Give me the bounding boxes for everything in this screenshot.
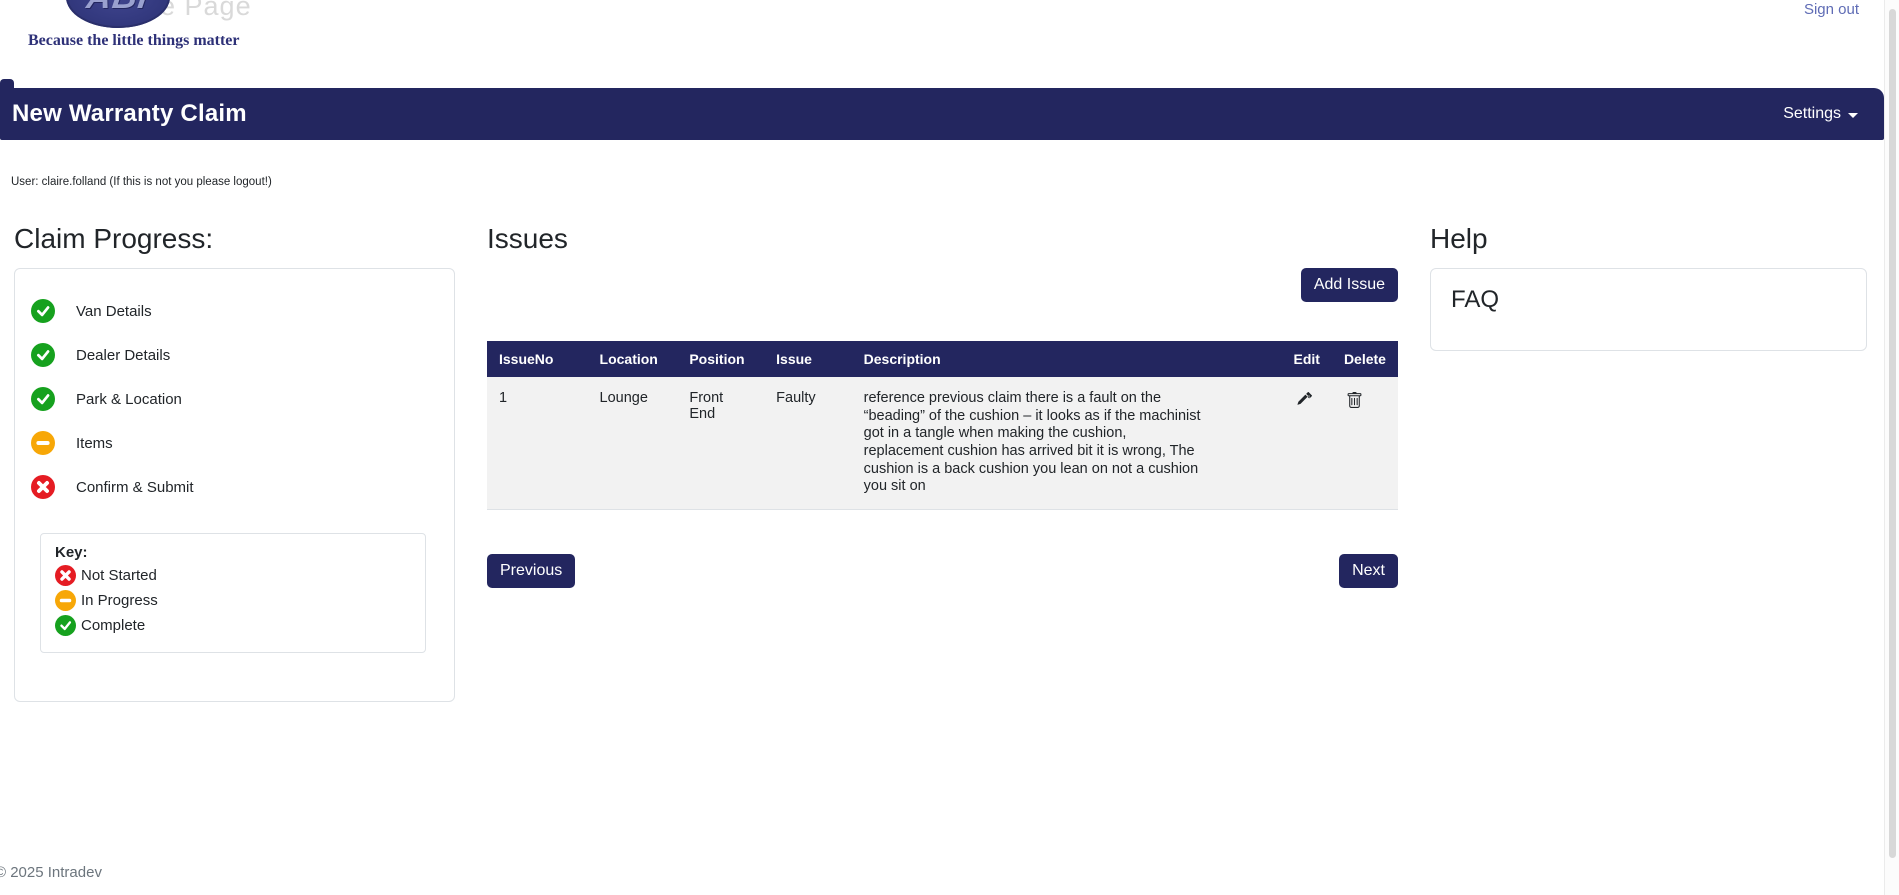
progress-item-label: Van Details xyxy=(76,302,152,320)
issues-table-header-row: IssueNo Location Position Issue Descript… xyxy=(487,341,1398,377)
help-section: Help FAQ xyxy=(1430,223,1867,351)
settings-label: Settings xyxy=(1783,105,1841,122)
minus-circle-icon xyxy=(55,590,76,611)
key-item-label: Complete xyxy=(81,617,146,634)
page-title: New Warranty Claim xyxy=(12,100,247,127)
edit-issue-button[interactable] xyxy=(1293,390,1314,411)
brand-tagline: Because the little things matter xyxy=(28,32,240,49)
progress-item-label: Park & Location xyxy=(76,390,182,408)
main-content: Claim Progress: Van Details Dealer Detai… xyxy=(0,223,1899,702)
key-item-complete: Complete xyxy=(55,615,411,636)
next-button[interactable]: Next xyxy=(1339,554,1398,589)
claim-progress-heading: Claim Progress: xyxy=(14,223,214,254)
cell-edit xyxy=(1281,377,1332,511)
faq-link[interactable]: FAQ xyxy=(1451,286,1846,314)
x-circle-icon xyxy=(31,475,55,499)
status-key: Key: Not Started In Progress Complete xyxy=(40,533,426,653)
help-card: FAQ xyxy=(1430,268,1867,351)
settings-dropdown[interactable]: Settings xyxy=(1783,105,1858,123)
page-header: Home Page ABI Because the little things … xyxy=(0,0,1899,88)
x-circle-icon xyxy=(55,565,76,586)
key-item-in-progress: In Progress xyxy=(55,590,411,611)
check-circle-icon xyxy=(31,343,55,367)
issues-section: Issues Add Issue IssueNo Location Positi… xyxy=(487,223,1398,589)
key-item-label: In Progress xyxy=(81,592,158,609)
progress-item-confirm-submit[interactable]: Confirm & Submit xyxy=(31,465,438,509)
scrollbar-thumb[interactable] xyxy=(1889,9,1896,858)
add-issue-button[interactable]: Add Issue xyxy=(1300,268,1398,302)
help-heading: Help xyxy=(1430,223,1488,254)
progress-item-dealer-details[interactable]: Dealer Details xyxy=(31,333,438,377)
column-header-location: Location xyxy=(587,341,678,377)
user-notice: User: claire.folland (If this is not you… xyxy=(11,176,272,188)
progress-item-label: Items xyxy=(76,434,113,452)
vertical-scrollbar[interactable] xyxy=(1884,0,1899,895)
abi-logo[interactable]: ABI xyxy=(66,0,170,28)
column-header-issue: Issue xyxy=(764,341,852,377)
abi-logo-text: ABI xyxy=(84,0,152,17)
column-header-description: Description xyxy=(851,341,1282,377)
cell-location: Lounge xyxy=(587,377,678,511)
cell-issue: Faulty xyxy=(764,377,852,511)
issues-toolbar: Add Issue xyxy=(487,268,1398,302)
issue-description-text: reference previous claim there is a faul… xyxy=(863,390,1201,495)
issues-table: IssueNo Location Position Issue Descript… xyxy=(487,341,1398,511)
minus-circle-icon xyxy=(31,431,55,455)
column-header-issueno: IssueNo xyxy=(487,341,588,377)
pencil-icon xyxy=(1295,392,1313,409)
trash-icon xyxy=(1346,392,1363,409)
progress-item-items[interactable]: Items xyxy=(31,421,438,465)
key-heading: Key: xyxy=(55,544,88,561)
check-circle-icon xyxy=(31,387,55,411)
progress-item-label: Confirm & Submit xyxy=(76,478,194,496)
key-item-not-started: Not Started xyxy=(55,565,411,586)
check-circle-icon xyxy=(55,615,76,636)
cell-position: Front End xyxy=(677,377,765,511)
claim-progress-section: Claim Progress: Van Details Dealer Detai… xyxy=(14,223,455,702)
cell-delete xyxy=(1331,377,1398,511)
issues-heading: Issues xyxy=(487,223,568,254)
key-item-label: Not Started xyxy=(81,567,157,584)
table-row: 1 Lounge Front End Faulty reference prev… xyxy=(487,377,1398,511)
cell-issueno: 1 xyxy=(487,377,588,511)
previous-button[interactable]: Previous xyxy=(487,554,576,589)
copyright-text: © 2025 Intradev xyxy=(0,864,102,881)
cell-description: reference previous claim there is a faul… xyxy=(851,377,1282,511)
progress-item-label: Dealer Details xyxy=(76,346,171,364)
claim-progress-card: Van Details Dealer Details Park & Locati… xyxy=(14,268,455,702)
sign-out-link[interactable]: Sign out xyxy=(1804,1,1859,18)
delete-issue-button[interactable] xyxy=(1344,390,1365,411)
column-header-delete: Delete xyxy=(1331,341,1398,377)
progress-item-van-details[interactable]: Van Details xyxy=(31,289,438,333)
chevron-down-icon xyxy=(1848,112,1858,118)
main-navbar: New Warranty Claim Settings xyxy=(0,79,1884,140)
check-circle-icon xyxy=(31,299,55,323)
progress-item-park-location[interactable]: Park & Location xyxy=(31,377,438,421)
column-header-position: Position xyxy=(677,341,765,377)
column-header-edit: Edit xyxy=(1281,341,1332,377)
wizard-nav-buttons: Previous Next xyxy=(487,554,1398,589)
